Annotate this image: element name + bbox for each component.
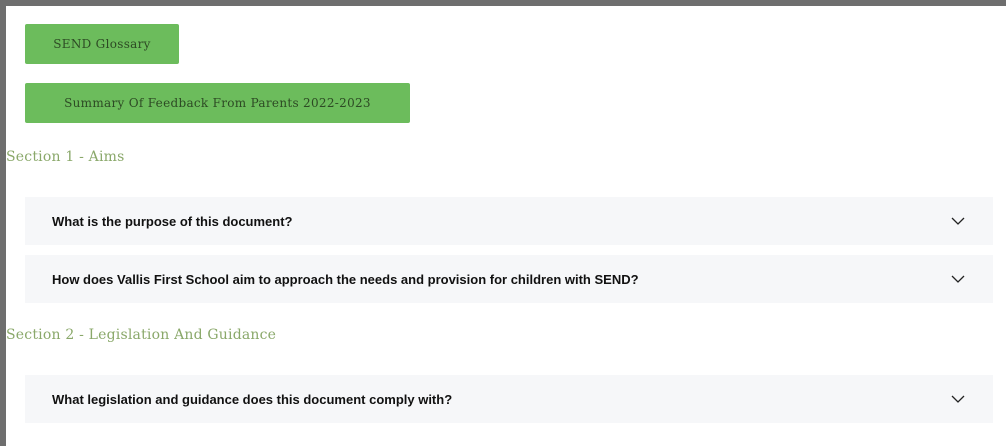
send-glossary-button[interactable]: SEND Glossary [25, 24, 179, 64]
chevron-down-icon[interactable] [951, 274, 965, 284]
chevron-down-icon[interactable] [951, 216, 965, 226]
accordion-item-legislation[interactable]: What legislation and guidance does this … [25, 375, 993, 423]
section-heading-legislation: Section 2 - Legislation And Guidance [6, 327, 277, 343]
chevron-down-icon[interactable] [951, 394, 965, 404]
accordion-item-label: What legislation and guidance does this … [52, 391, 453, 407]
parent-feedback-summary-button[interactable]: Summary Of Feedback From Parents 2022-20… [25, 83, 410, 123]
section-heading-aims: Section 1 - Aims [6, 149, 125, 165]
page-frame: SEND Glossary Summary Of Feedback From P… [0, 0, 1006, 446]
accordion-item-label: How does Vallis First School aim to appr… [52, 271, 639, 287]
accordion-item-approach[interactable]: How does Vallis First School aim to appr… [25, 255, 993, 303]
accordion-item-purpose[interactable]: What is the purpose of this document? [25, 197, 993, 245]
accordion-item-label: What is the purpose of this document? [52, 213, 293, 229]
